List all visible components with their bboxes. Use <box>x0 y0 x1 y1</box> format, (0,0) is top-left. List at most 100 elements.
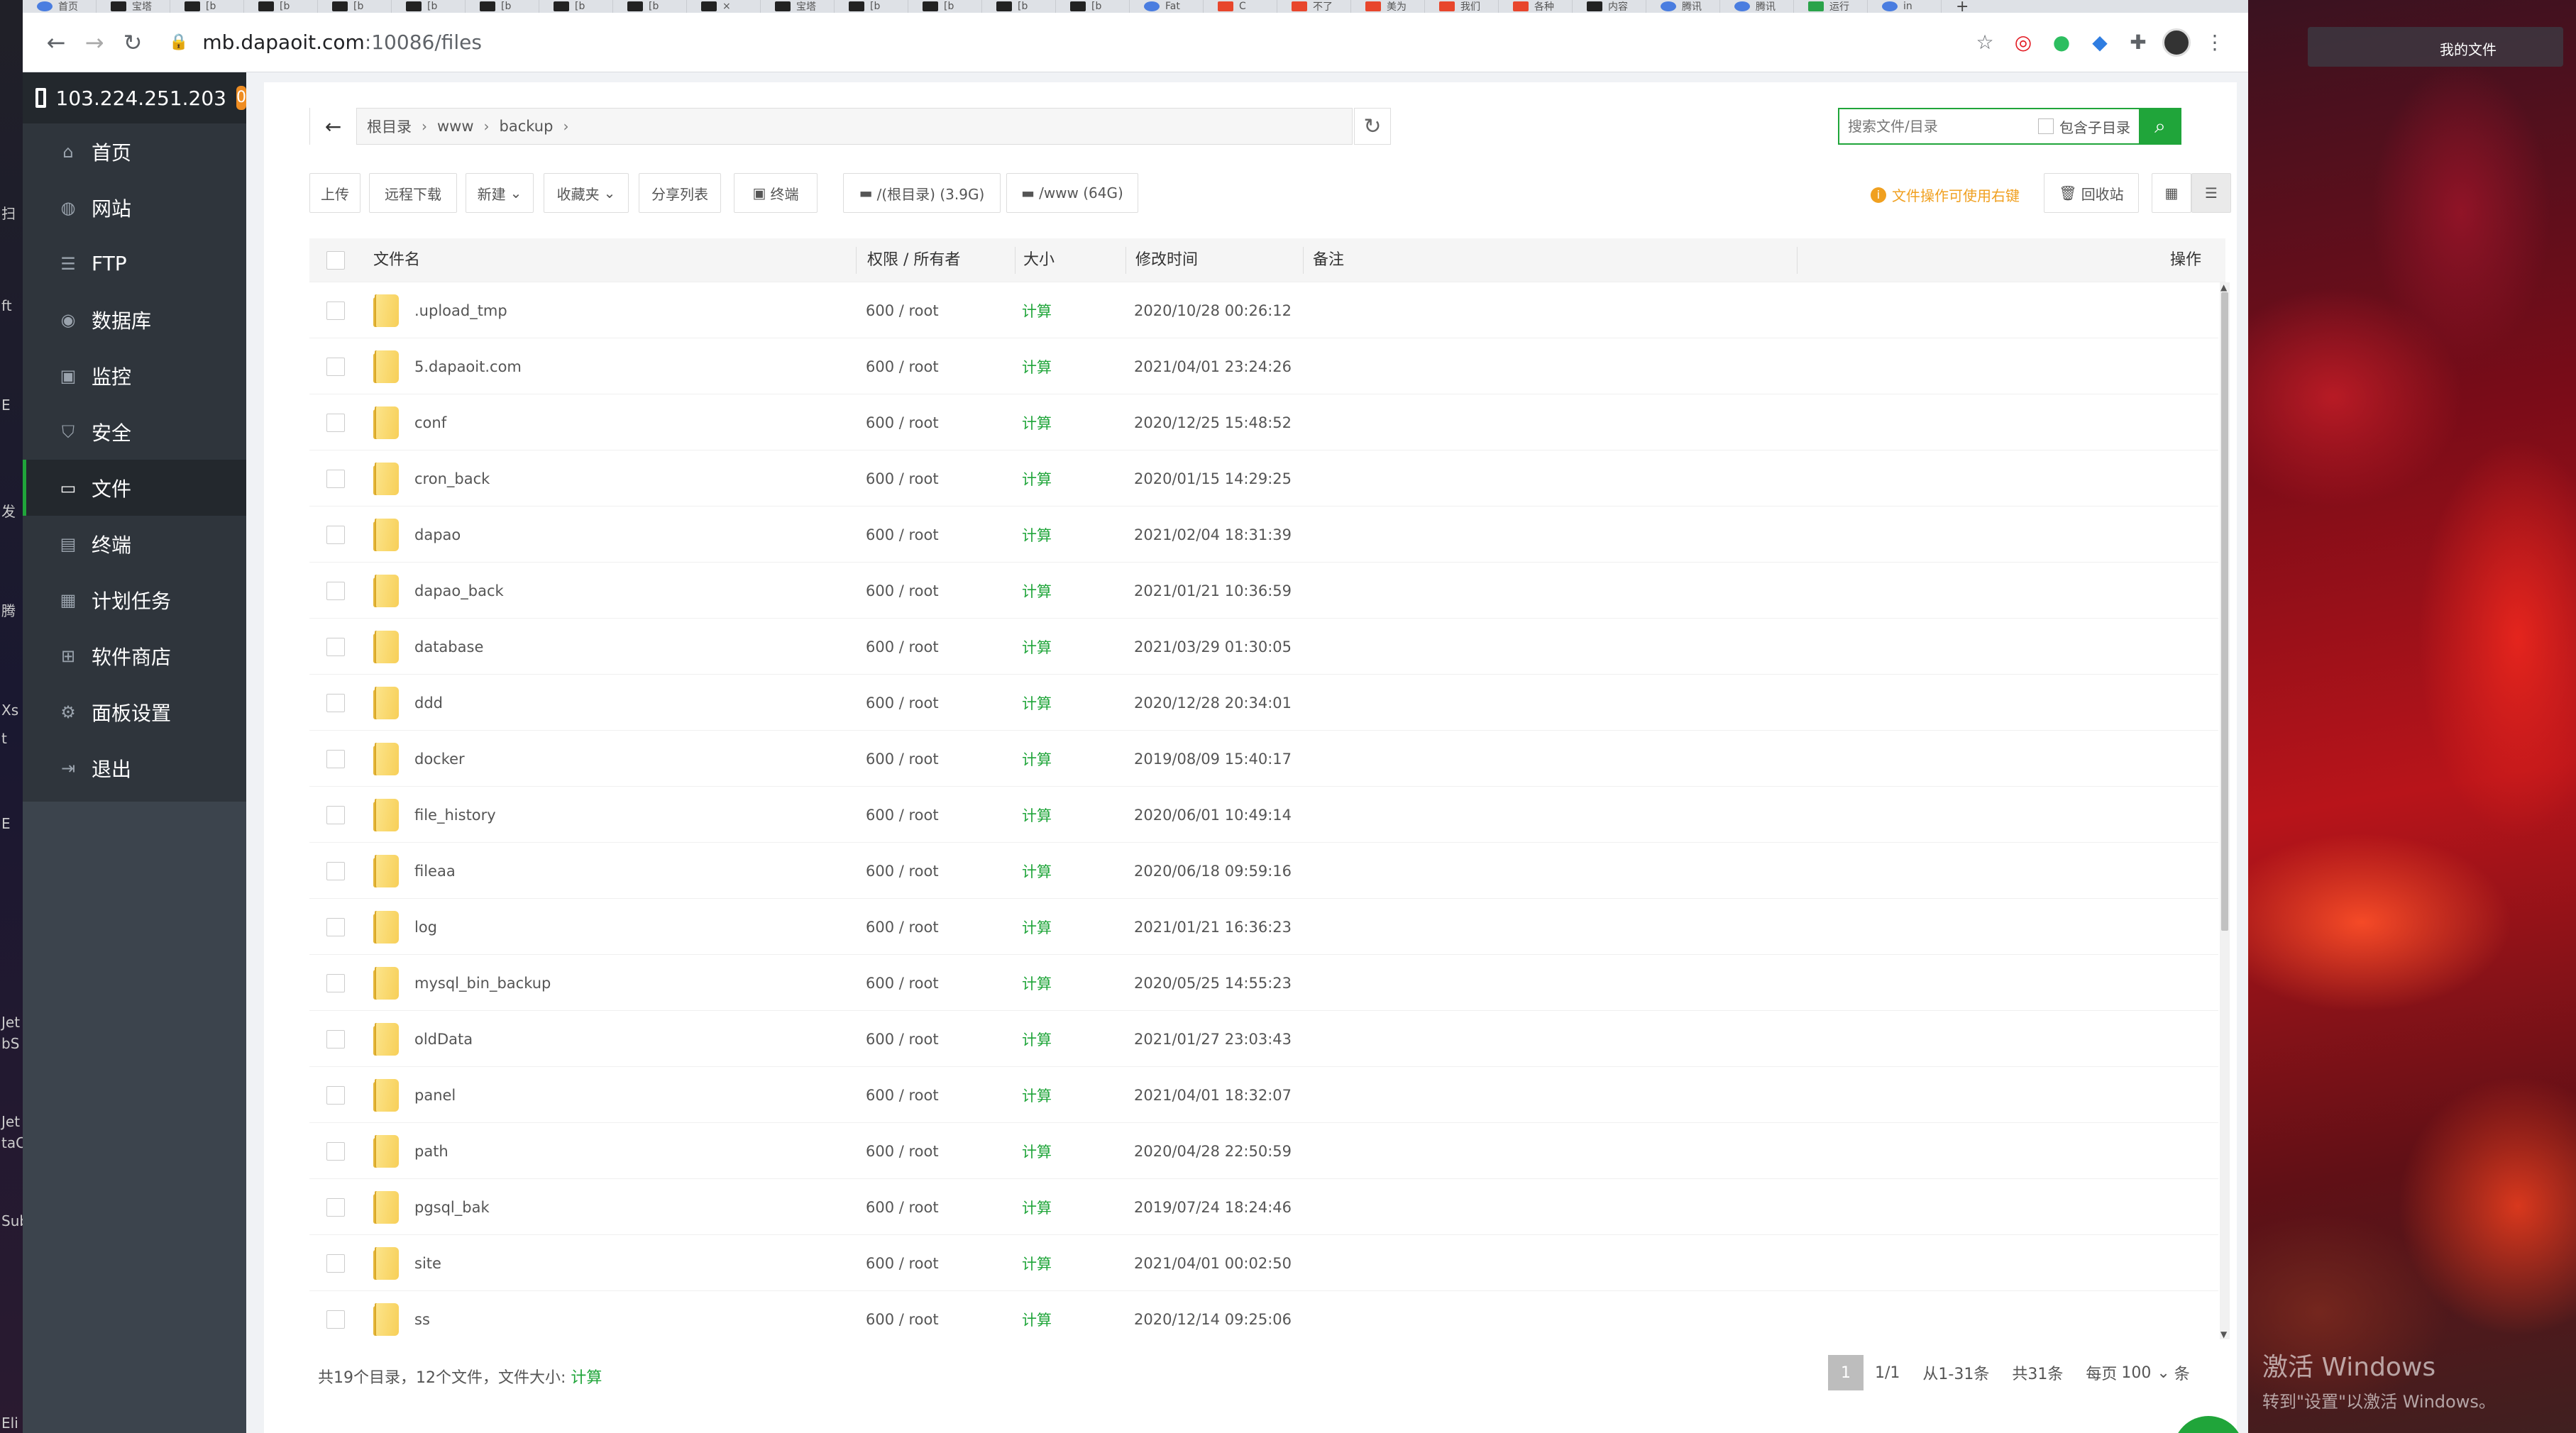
size-calc-link[interactable]: 计算 <box>1022 282 1052 338</box>
browser-tab[interactable]: 首页 <box>23 0 97 13</box>
file-perm[interactable]: 600 / root <box>866 282 939 338</box>
file-perm[interactable]: 600 / root <box>866 619 939 675</box>
row-checkbox[interactable] <box>326 507 345 563</box>
row-checkbox[interactable] <box>326 1067 345 1123</box>
browser-tab[interactable]: [b <box>244 0 318 13</box>
size-calc-link[interactable]: 计算 <box>1022 1235 1052 1291</box>
scroll-down-icon[interactable]: ▼ <box>2220 1329 2227 1339</box>
file-perm[interactable]: 600 / root <box>866 955 939 1011</box>
sidebar-item[interactable]: ☰ FTP <box>23 236 246 292</box>
extensions-puzzle-icon[interactable]: ✚ <box>2123 28 2153 57</box>
file-name[interactable]: ss <box>414 1291 430 1339</box>
size-calc-link[interactable]: 计算 <box>1022 1179 1052 1235</box>
row-checkbox[interactable] <box>326 563 345 619</box>
browser-tab[interactable]: [b <box>466 0 539 13</box>
row-checkbox[interactable] <box>326 787 345 843</box>
file-name[interactable]: cron_back <box>414 450 490 507</box>
file-perm[interactable]: 600 / root <box>866 1179 939 1235</box>
sidebar-item[interactable]: ◍ 网站 <box>23 179 246 236</box>
size-calc-link[interactable]: 计算 <box>1022 338 1052 394</box>
table-row[interactable]: database 600 / root 计算 2021/03/29 01:30:05 <box>309 619 2218 675</box>
back-arrow-icon[interactable]: ← <box>310 108 357 145</box>
file-perm[interactable]: 600 / root <box>866 731 939 787</box>
size-calc-link[interactable]: 计算 <box>1022 1067 1052 1123</box>
table-row[interactable]: .upload_tmp 600 / root 计算 2020/10/28 00:26:… <box>309 282 2218 338</box>
file-name[interactable]: mysql_bin_backup <box>414 955 551 1011</box>
reload-icon[interactable]: ↻ <box>114 23 152 62</box>
file-name[interactable]: path <box>414 1123 448 1179</box>
file-name[interactable]: 5.dapaoit.com <box>414 338 522 394</box>
size-calc-link[interactable]: 计算 <box>1022 563 1052 619</box>
size-calc-link[interactable]: 计算 <box>1022 675 1052 731</box>
size-calc-link[interactable]: 计算 <box>1022 955 1052 1011</box>
list-view-icon[interactable]: ☰ <box>2191 173 2231 213</box>
table-row[interactable]: panel 600 / root 计算 2021/04/01 18:32:07 <box>309 1067 2218 1123</box>
total-size-calc-link[interactable]: 计算 <box>571 1369 602 1387</box>
favorites-dropdown-button[interactable]: 收藏夹 ⌄ <box>544 173 629 213</box>
browser-tab[interactable]: 腾讯 <box>1646 0 1720 13</box>
browser-tab[interactable]: in <box>1868 0 1942 13</box>
breadcrumb-item[interactable]: backup <box>490 118 563 135</box>
size-calc-link[interactable]: 计算 <box>1022 507 1052 563</box>
file-perm[interactable]: 600 / root <box>866 450 939 507</box>
bookmark-star-icon[interactable]: ☆ <box>1970 28 2000 57</box>
desktop-my-files-button[interactable]: 我的文件 <box>2308 27 2563 67</box>
sidebar-item[interactable]: ⌂ 首页 <box>23 123 246 179</box>
remote-download-button[interactable]: 远程下载 <box>369 173 457 213</box>
file-perm[interactable]: 600 / root <box>866 394 939 450</box>
row-checkbox[interactable] <box>326 394 345 450</box>
browser-tab[interactable]: C <box>1204 0 1277 13</box>
browser-tab[interactable]: [b <box>1056 0 1130 13</box>
include-subdir-option[interactable]: 包含子目录 <box>2038 116 2139 137</box>
table-row[interactable]: conf 600 / root 计算 2020/12/25 15:48:52 <box>309 394 2218 450</box>
size-calc-link[interactable]: 计算 <box>1022 843 1052 899</box>
file-name[interactable]: dapao <box>414 507 461 563</box>
browser-tab[interactable]: [b <box>982 0 1056 13</box>
select-all-checkbox[interactable] <box>326 251 345 270</box>
sidebar-item[interactable]: ⛉ 安全 <box>23 404 246 460</box>
browser-tab[interactable]: Fat <box>1130 0 1204 13</box>
file-perm[interactable]: 600 / root <box>866 899 939 955</box>
file-name[interactable]: docker <box>414 731 465 787</box>
size-calc-link[interactable]: 计算 <box>1022 1011 1052 1067</box>
sidebar-item[interactable]: ▦ 计划任务 <box>23 572 246 628</box>
table-row[interactable]: pgsql_bak 600 / root 计算 2019/07/24 18:24:46 <box>309 1179 2218 1235</box>
file-name[interactable]: ddd <box>414 675 443 731</box>
size-calc-link[interactable]: 计算 <box>1022 1123 1052 1179</box>
sidebar-item[interactable]: ▣ 监控 <box>23 348 246 404</box>
share-list-button[interactable]: 分享列表 <box>639 173 721 213</box>
table-row[interactable]: path 600 / root 计算 2020/04/28 22:50:59 <box>309 1123 2218 1179</box>
row-checkbox[interactable] <box>326 899 345 955</box>
file-perm[interactable]: 600 / root <box>866 1235 939 1291</box>
table-row[interactable]: oldData 600 / root 计算 2021/01/27 23:03:43 <box>309 1011 2218 1067</box>
table-scrollbar[interactable]: ▲ ▼ <box>2220 282 2230 1339</box>
table-row[interactable]: file_history 600 / root 计算 2020/06/01 10:49… <box>309 787 2218 843</box>
notification-badge[interactable]: 0 <box>236 86 246 110</box>
row-checkbox[interactable] <box>326 1011 345 1067</box>
browser-tab[interactable]: 宝塔 <box>97 0 170 13</box>
size-calc-link[interactable]: 计算 <box>1022 450 1052 507</box>
new-tab-button[interactable]: + <box>1956 0 1969 16</box>
disk-www-button[interactable]: ▬/www (64G) <box>1006 173 1138 213</box>
size-calc-link[interactable]: 计算 <box>1022 1291 1052 1339</box>
sidebar-item[interactable]: ▤ 终端 <box>23 516 246 572</box>
browser-tab[interactable]: [b <box>318 0 392 13</box>
header-name[interactable]: 文件名 <box>373 238 420 282</box>
header-mtime[interactable]: 修改时间 <box>1135 238 1198 282</box>
row-checkbox[interactable] <box>326 282 345 338</box>
row-checkbox[interactable] <box>326 1179 345 1235</box>
new-dropdown-button[interactable]: 新建 ⌄ <box>466 173 534 213</box>
browser-tab[interactable]: [b <box>835 0 908 13</box>
file-perm[interactable]: 600 / root <box>866 507 939 563</box>
row-checkbox[interactable] <box>326 675 345 731</box>
size-calc-link[interactable]: 计算 <box>1022 394 1052 450</box>
page-current-button[interactable]: 1 <box>1828 1355 1864 1390</box>
table-row[interactable]: docker 600 / root 计算 2019/08/09 15:40:17 <box>309 731 2218 787</box>
file-perm[interactable]: 600 / root <box>866 843 939 899</box>
sidebar-item[interactable]: ⚙ 面板设置 <box>23 684 246 740</box>
profile-avatar[interactable] <box>2162 28 2191 57</box>
file-name[interactable]: fileaa <box>414 843 456 899</box>
floating-action-button[interactable] <box>2173 1416 2244 1433</box>
file-name[interactable]: database <box>414 619 483 675</box>
file-perm[interactable]: 600 / root <box>866 675 939 731</box>
